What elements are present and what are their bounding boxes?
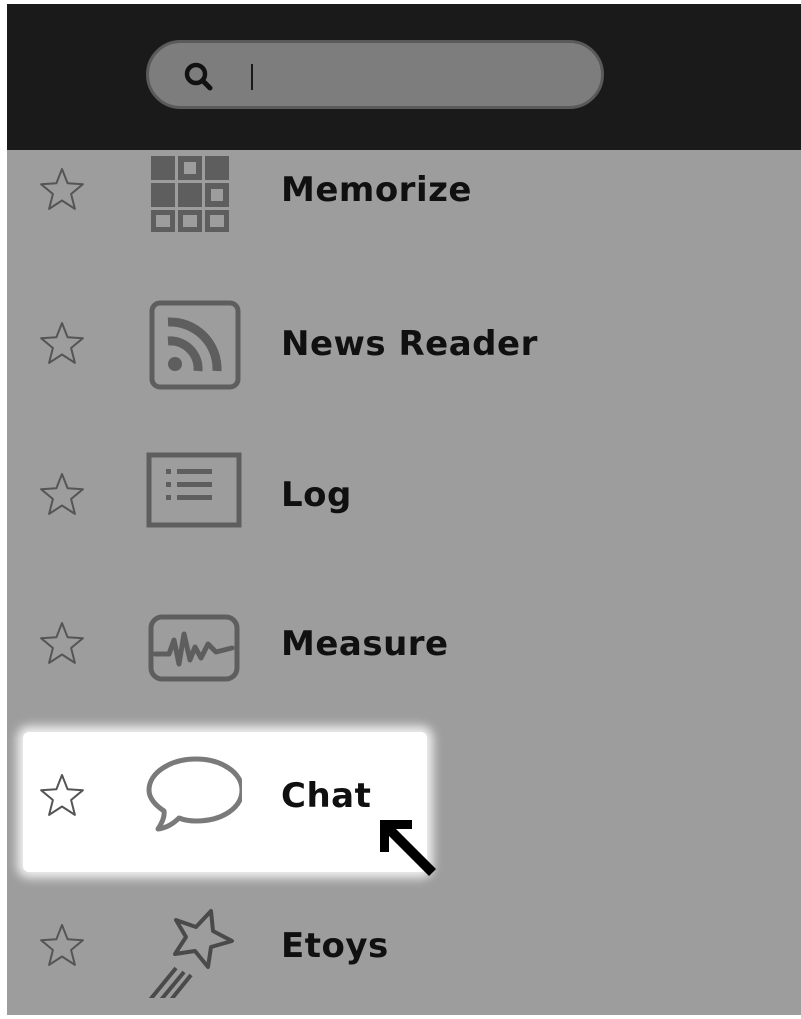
activity-list: Memorize News Reader Log Measure Chat Et… (7, 150, 801, 1015)
activity-label: News Reader (281, 324, 538, 364)
activity-label: Etoys (281, 926, 389, 966)
search-box[interactable] (146, 40, 604, 109)
star-icon[interactable] (39, 772, 85, 818)
activity-label: Memorize (281, 170, 472, 210)
star-icon[interactable] (39, 620, 85, 666)
memorize-icon (151, 156, 229, 232)
measure-icon (148, 614, 240, 682)
search-icon (184, 62, 213, 91)
activity-label: Log (281, 475, 352, 515)
activity-label: Measure (281, 624, 449, 664)
activity-row-log[interactable]: Log (7, 423, 801, 571)
mouse-cursor-icon (380, 820, 436, 876)
activity-row-memorize[interactable]: Memorize (7, 118, 801, 266)
log-icon (146, 452, 242, 528)
search-input[interactable] (259, 53, 583, 101)
chat-icon (146, 756, 242, 832)
activity-row-measure[interactable]: Measure (7, 572, 801, 720)
etoys-icon (148, 909, 234, 998)
activity-row-etoys[interactable]: Etoys (7, 874, 801, 1015)
star-icon[interactable] (39, 166, 85, 212)
star-icon[interactable] (39, 471, 85, 517)
star-icon[interactable] (39, 922, 85, 968)
activity-row-news-reader[interactable]: News Reader (7, 272, 801, 420)
text-caret (251, 64, 253, 90)
star-icon[interactable] (39, 320, 85, 366)
activity-label: Chat (281, 776, 372, 816)
news-reader-icon (149, 300, 241, 390)
